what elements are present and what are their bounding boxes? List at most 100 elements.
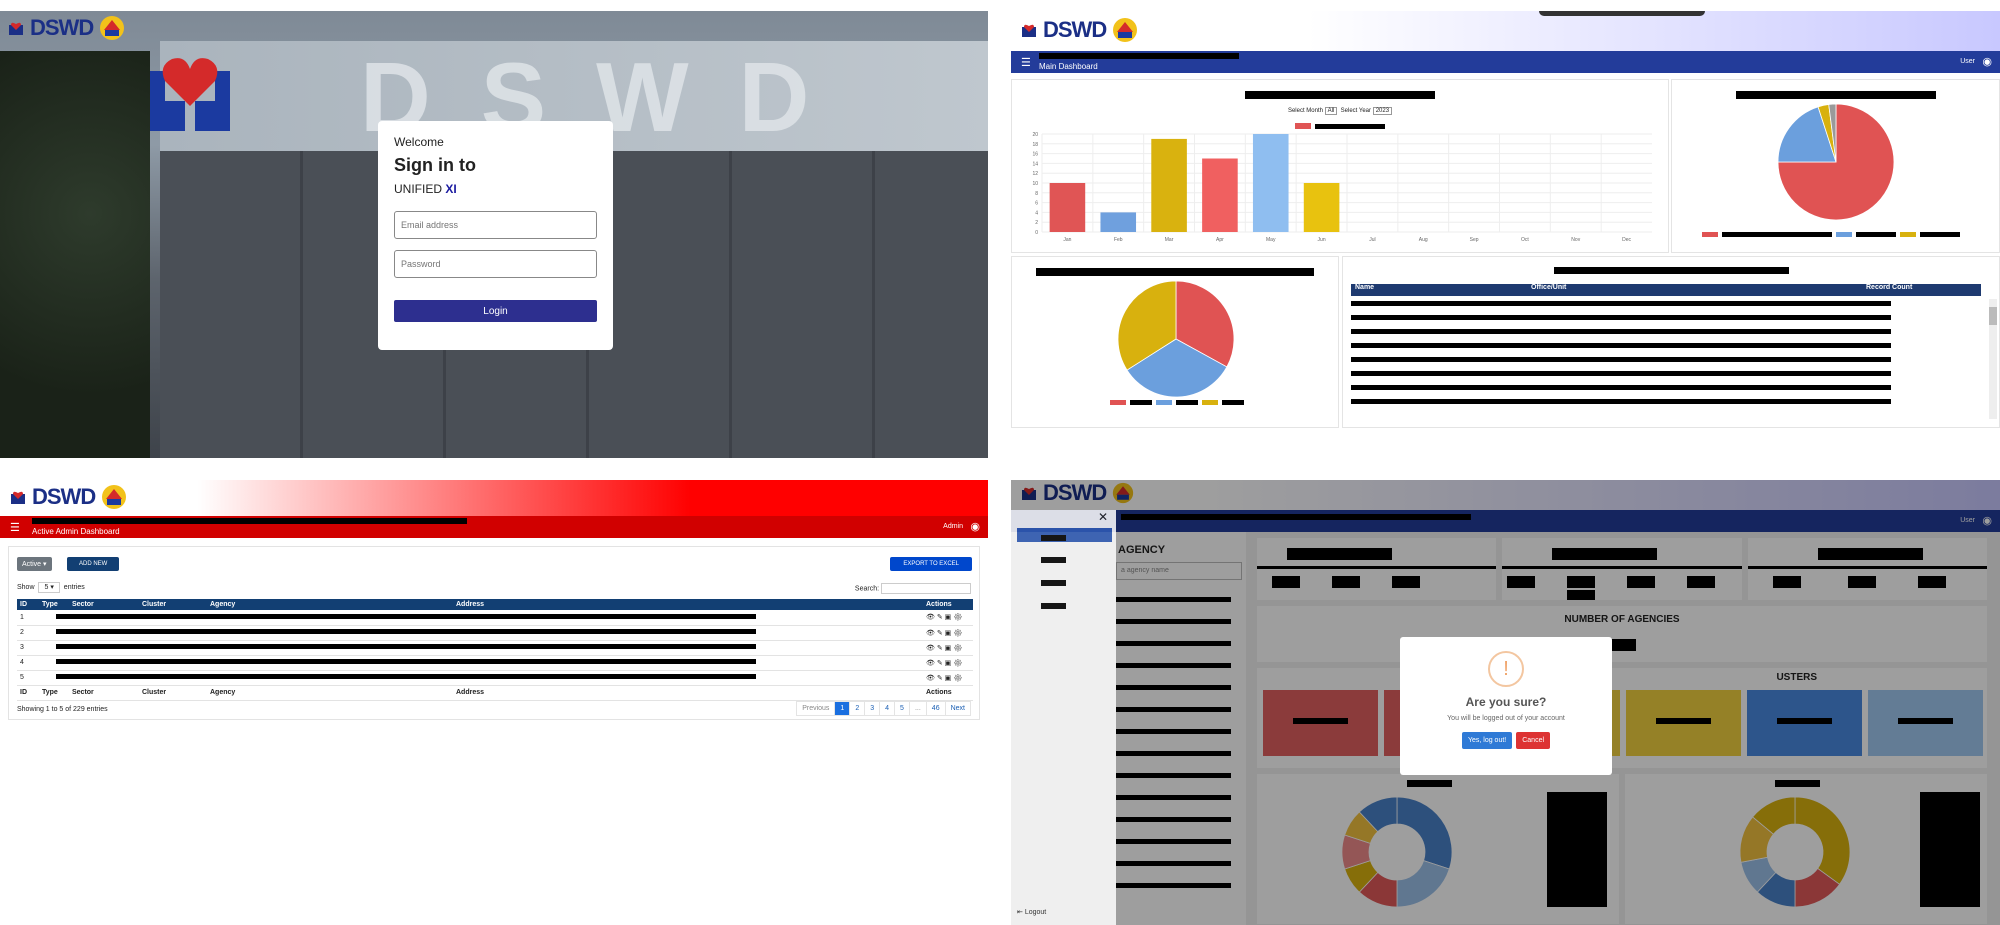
page-link[interactable]: 3 — [864, 701, 881, 716]
app-name: UNIFIED XI — [394, 182, 597, 196]
user-avatar-icon[interactable]: ◉ — [1982, 55, 1992, 68]
row-redacted — [39, 640, 923, 656]
entries-select[interactable]: 5 ▾ — [38, 582, 60, 593]
row-redacted — [39, 610, 923, 626]
edit-icon[interactable]: ✎ — [937, 630, 943, 637]
archive-icon[interactable]: ▣ — [945, 660, 952, 667]
row-redacted — [39, 655, 923, 671]
foot-actions: Actions — [923, 685, 973, 701]
view-icon[interactable]: 👁 — [926, 630, 935, 637]
logout-confirm-modal: ! Are you sure? You will be logged out o… — [1400, 637, 1612, 775]
foot-id: ID — [17, 685, 39, 701]
row-id: 5 — [17, 670, 39, 686]
month-select[interactable]: All — [1324, 107, 1338, 115]
export-excel-button[interactable]: EXPORT TO EXCEL — [890, 557, 972, 571]
hamburger-menu-icon[interactable]: ☰ — [1021, 56, 1031, 69]
settings-icon[interactable]: ⚙ — [953, 614, 962, 621]
sidebar-item-active[interactable] — [1017, 528, 1112, 542]
settings-icon[interactable]: ⚙ — [953, 645, 962, 652]
password-field[interactable] — [394, 250, 597, 278]
y-tick-label: 4 — [1035, 210, 1038, 216]
table-row — [1351, 357, 1891, 362]
page-link[interactable]: 4 — [879, 701, 896, 716]
bagong-pilipinas-logo-icon — [102, 485, 127, 509]
archive-icon[interactable]: ▣ — [945, 630, 952, 637]
add-new-button[interactable]: ADD NEW — [67, 557, 120, 571]
dswd-logo: DSWD — [10, 484, 127, 510]
col-type[interactable]: Type — [39, 599, 69, 610]
table-info: Showing 1 to 5 of 229 entries — [17, 706, 108, 713]
login-button[interactable]: Login — [394, 300, 597, 322]
chart-title — [1012, 86, 1668, 104]
edit-icon[interactable]: ✎ — [937, 675, 943, 682]
table-row[interactable]: 3 👁 ✎ ▣ ⚙ — [17, 640, 973, 656]
archive-icon[interactable]: ▣ — [945, 614, 952, 621]
table-row[interactable]: 1 👁 ✎ ▣ ⚙ — [17, 610, 973, 626]
dswd-logo: DSWD — [1021, 17, 1138, 43]
logout-link[interactable]: ⇤ Logout — [1017, 908, 1046, 916]
hamburger-menu-icon[interactable]: ☰ — [10, 521, 20, 534]
user-label[interactable]: User — [1960, 58, 1975, 65]
page-link[interactable]: 1 — [834, 701, 851, 716]
x-tick-label: Oct — [1521, 237, 1529, 243]
table-scrollbar[interactable] — [1989, 299, 1997, 419]
col-id[interactable]: ID — [17, 599, 39, 610]
archive-icon[interactable]: ▣ — [945, 645, 952, 652]
page-link[interactable]: 2 — [849, 701, 866, 716]
bar-chart: 0 2 4 6 8 10 12 14 16 18 20 Jan Feb Mar Apr May Jun Jul Au… — [1032, 132, 1652, 243]
col-address[interactable]: Address — [453, 599, 923, 610]
email-field[interactable] — [394, 211, 597, 239]
records-table: ID Type Sector Cluster Agency Address Ac… — [17, 599, 973, 701]
table-row — [1351, 371, 1891, 376]
brand-text: DSWD — [32, 484, 96, 509]
year-select[interactable]: 2023 — [1372, 107, 1393, 115]
archive-icon[interactable]: ▣ — [945, 675, 952, 682]
notch — [1539, 11, 1705, 16]
table-row[interactable]: 2 👁 ✎ ▣ ⚙ — [17, 625, 973, 641]
page-link[interactable]: ... — [908, 701, 927, 716]
search-input[interactable] — [881, 583, 971, 594]
table-row[interactable]: 5 👁 ✎ ▣ ⚙ — [17, 670, 973, 686]
edit-icon[interactable]: ✎ — [937, 660, 943, 667]
sidebar-item[interactable] — [1017, 596, 1112, 610]
view-icon[interactable]: 👁 — [926, 660, 935, 667]
page-next[interactable]: Next — [944, 701, 971, 716]
edit-icon[interactable]: ✎ — [937, 614, 943, 621]
settings-icon[interactable]: ⚙ — [953, 675, 962, 682]
sidebar-item[interactable] — [1017, 550, 1112, 564]
close-icon[interactable]: ✕ — [1098, 510, 1108, 524]
admin-label[interactable]: Admin — [943, 523, 963, 530]
page-previous[interactable]: Previous — [796, 701, 836, 716]
y-tick-label: 6 — [1035, 201, 1038, 207]
sidebar-item[interactable] — [1017, 573, 1112, 587]
settings-icon[interactable]: ⚙ — [953, 630, 962, 637]
confirm-logout-button[interactable]: Yes, log out! — [1461, 732, 1513, 749]
sign-in-heading: Sign in to — [394, 155, 476, 175]
pie-legend — [1702, 232, 1960, 237]
row-id: 3 — [17, 640, 39, 656]
page-link[interactable]: 5 — [894, 701, 910, 716]
col-name[interactable]: Name — [1351, 284, 1531, 296]
col-record-count[interactable]: Record Count — [1866, 284, 1981, 296]
settings-icon[interactable]: ⚙ — [953, 660, 962, 667]
edit-icon[interactable]: ✎ — [937, 645, 943, 652]
col-agency[interactable]: Agency — [207, 599, 453, 610]
y-tick-label: 8 — [1035, 191, 1038, 197]
status-filter-dropdown[interactable]: Active ▾ — [17, 557, 52, 571]
dswd-logo-icon — [9, 22, 23, 35]
view-icon[interactable]: 👁 — [926, 645, 935, 652]
table-row — [1351, 315, 1891, 320]
admin-subtitle: Active Admin Dashboard — [32, 527, 120, 536]
x-tick-label: Feb — [1114, 237, 1123, 243]
x-tick-label: Jan — [1063, 237, 1071, 243]
col-sector[interactable]: Sector — [69, 599, 139, 610]
view-icon[interactable]: 👁 — [926, 614, 935, 621]
y-tick-label: 10 — [1032, 181, 1038, 187]
view-icon[interactable]: 👁 — [926, 675, 935, 682]
col-cluster[interactable]: Cluster — [139, 599, 207, 610]
page-link[interactable]: 46 — [925, 701, 946, 716]
col-office-unit[interactable]: Office/Unit — [1531, 284, 1866, 296]
table-row[interactable]: 4 👁 ✎ ▣ ⚙ — [17, 655, 973, 671]
cancel-button[interactable]: Cancel — [1516, 732, 1551, 749]
user-avatar-icon[interactable]: ◉ — [970, 520, 980, 533]
